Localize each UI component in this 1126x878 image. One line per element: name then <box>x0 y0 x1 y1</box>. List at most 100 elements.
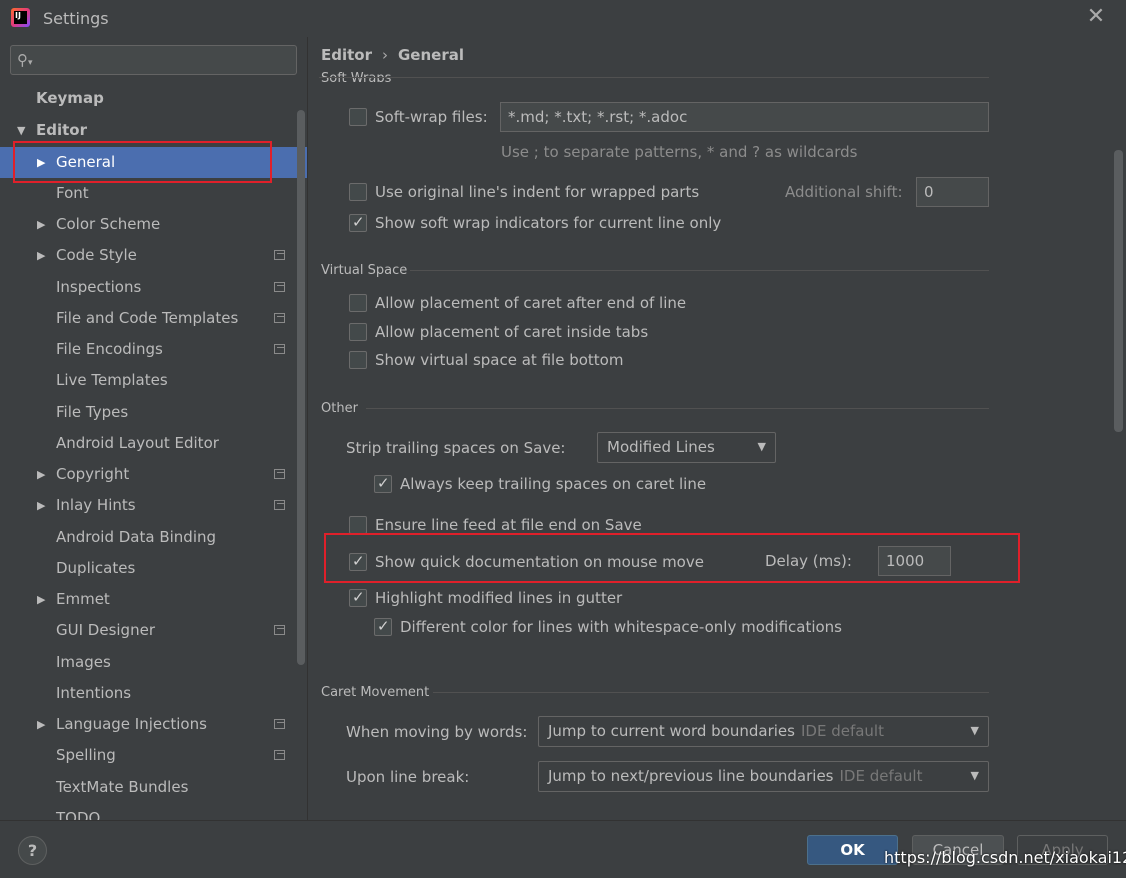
watermark: https://blog.csdn.net/xiaokai1226 <box>884 848 1126 867</box>
project-scope-icon <box>274 500 285 510</box>
sidebar-item-label: Inspections <box>56 278 142 296</box>
sidebar-item-label: Android Layout Editor <box>56 434 219 452</box>
additional-shift-input[interactable]: 0 <box>916 177 989 207</box>
project-scope-icon <box>274 719 285 729</box>
project-scope-icon <box>274 344 285 354</box>
sidebar-item-keymap[interactable]: Keymap <box>0 83 307 114</box>
sidebar-item-language-injections[interactable]: ▶ Language Injections <box>0 709 307 740</box>
chevron-down-icon: ▼ <box>970 724 979 737</box>
sidebar-item-copyright[interactable]: ▶ Copyright <box>0 459 307 490</box>
moving-by-words-label: When moving by words: <box>346 723 528 741</box>
ensure-line-feed-label: Ensure line feed at file end on Save <box>375 516 642 534</box>
project-scope-icon <box>274 469 285 479</box>
caret-inside-tabs-checkbox[interactable] <box>349 323 367 341</box>
caret-after-eol-checkbox[interactable] <box>349 294 367 312</box>
title-bar <box>0 0 1126 37</box>
breadcrumb-parent[interactable]: Editor <box>321 46 372 64</box>
virtual-space-bottom-checkbox[interactable] <box>349 351 367 369</box>
sidebar-item-label: Emmet <box>56 590 110 608</box>
settings-tree: Keymap ▼ Editor ▶ General Font ▶ Color S… <box>0 82 307 820</box>
sidebar-scrollbar[interactable] <box>297 110 305 665</box>
sidebar-item-label: GUI Designer <box>56 621 155 639</box>
breadcrumb: Editor › General <box>321 46 464 64</box>
show-soft-wrap-indicators-checkbox[interactable] <box>349 213 367 232</box>
sidebar-item-intentions[interactable]: Intentions <box>0 678 307 709</box>
different-color-checkbox[interactable] <box>374 617 392 636</box>
search-icon: ⚲▾ <box>17 51 33 69</box>
sidebar-item-file-encodings[interactable]: File Encodings <box>0 334 307 365</box>
content-scrollbar[interactable] <box>1114 150 1123 432</box>
highlight-modified-checkbox[interactable] <box>349 588 367 607</box>
collapsed-arrow-icon[interactable]: ▶ <box>37 490 45 521</box>
collapsed-arrow-icon[interactable]: ▶ <box>37 584 45 615</box>
section-title-virtual-space: Virtual Space <box>321 263 408 278</box>
breadcrumb-current: General <box>398 46 464 64</box>
collapsed-arrow-icon[interactable]: ▶ <box>37 209 45 240</box>
sidebar-item-label: Spelling <box>56 746 116 764</box>
soft-wrap-files-label: Soft-wrap files: <box>375 108 488 126</box>
collapsed-arrow-icon[interactable]: ▶ <box>37 459 45 490</box>
additional-shift-label: Additional shift: <box>785 183 903 201</box>
collapsed-arrow-icon[interactable]: ▶ <box>37 709 45 740</box>
soft-wrap-files-input[interactable]: *.md; *.txt; *.rst; *.adoc <box>500 102 989 132</box>
sidebar-item-images[interactable]: Images <box>0 647 307 678</box>
intellij-logo-icon: IJ <box>11 8 30 27</box>
sidebar-item-label: TextMate Bundles <box>56 778 189 796</box>
sidebar-item-label: Duplicates <box>56 559 136 577</box>
sidebar-item-live-templates[interactable]: Live Templates <box>0 365 307 396</box>
chevron-down-icon: ▼ <box>970 769 979 782</box>
section-title-other: Other <box>321 401 358 416</box>
sidebar-item-android-data-binding[interactable]: Android Data Binding <box>0 522 307 553</box>
sidebar-item-label: Live Templates <box>56 371 168 389</box>
project-scope-icon <box>274 625 285 635</box>
sidebar-item-emmet[interactable]: ▶ Emmet <box>0 584 307 615</box>
project-scope-icon <box>274 282 285 292</box>
moving-by-words-select[interactable]: Jump to current word boundaries IDE defau… <box>538 716 989 747</box>
sidebar-item-label: File Types <box>56 403 129 421</box>
sidebar-item-label: Inlay Hints <box>56 496 136 514</box>
sidebar-item-todo[interactable]: TODO <box>0 803 307 820</box>
sidebar-item-label: File and Code Templates <box>56 309 239 327</box>
sidebar-item-label: Color Scheme <box>56 215 161 233</box>
close-icon[interactable]: ✕ <box>1086 6 1106 28</box>
use-original-indent-checkbox[interactable] <box>349 183 367 201</box>
strip-trailing-value: Modified Lines <box>607 438 715 456</box>
collapsed-arrow-icon[interactable]: ▶ <box>37 240 45 271</box>
divider <box>410 270 989 271</box>
soft-wrap-files-checkbox[interactable] <box>349 108 367 126</box>
search-input[interactable] <box>10 45 297 75</box>
sidebar-item-label: Language Injections <box>56 715 207 733</box>
caret-after-eol-label: Allow placement of caret after end of li… <box>375 294 687 312</box>
sidebar-item-label: Images <box>56 653 111 671</box>
sidebar-item-inlay-hints[interactable]: ▶ Inlay Hints <box>0 490 307 521</box>
caret-inside-tabs-label: Allow placement of caret inside tabs <box>375 323 649 341</box>
sidebar-item-label: Intentions <box>56 684 132 702</box>
sidebar-item-android-layout-editor[interactable]: Android Layout Editor <box>0 428 307 459</box>
different-color-label: Different color for lines with whitespac… <box>400 618 843 636</box>
sidebar-item-label: Android Data Binding <box>56 528 217 546</box>
strip-trailing-label: Strip trailing spaces on Save: <box>346 439 566 457</box>
line-break-select[interactable]: Jump to next/previous line boundaries IDE… <box>538 761 989 792</box>
ide-default-hint: IDE default <box>839 767 923 785</box>
divider <box>307 37 308 820</box>
sidebar-item-label: File Encodings <box>56 340 163 358</box>
sidebar-item-color-scheme[interactable]: ▶ Color Scheme <box>0 209 307 240</box>
ensure-line-feed-checkbox[interactable] <box>349 516 367 534</box>
highlight-modified-label: Highlight modified lines in gutter <box>375 589 623 607</box>
breadcrumb-separator: › <box>382 46 388 64</box>
sidebar-item-textmate-bundles[interactable]: TextMate Bundles <box>0 772 307 803</box>
help-button[interactable]: ? <box>18 836 47 865</box>
project-scope-icon <box>274 313 285 323</box>
sidebar-item-spelling[interactable]: Spelling <box>0 740 307 771</box>
keep-trailing-checkbox[interactable] <box>374 474 392 493</box>
sidebar-item-duplicates[interactable]: Duplicates <box>0 553 307 584</box>
divider <box>319 77 989 78</box>
sidebar-item-file-code-templates[interactable]: File and Code Templates <box>0 303 307 334</box>
strip-trailing-select[interactable]: Modified Lines ▼ <box>597 432 776 463</box>
show-soft-wrap-indicators-label: Show soft wrap indicators for current li… <box>375 214 722 232</box>
sidebar-item-file-types[interactable]: File Types <box>0 397 307 428</box>
window-title: Settings <box>43 9 109 28</box>
sidebar-item-code-style[interactable]: ▶ Code Style <box>0 240 307 271</box>
sidebar-item-inspections[interactable]: Inspections <box>0 272 307 303</box>
sidebar-item-gui-designer[interactable]: GUI Designer <box>0 615 307 646</box>
